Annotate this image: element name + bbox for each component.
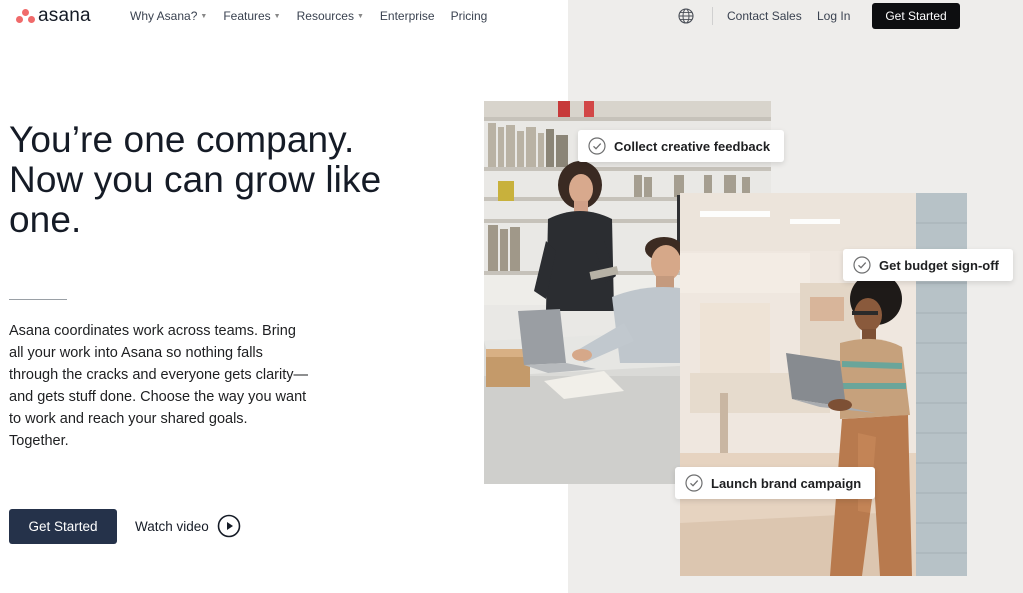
check-circle-icon	[685, 474, 703, 492]
nav-pricing-label: Pricing	[450, 9, 488, 23]
top-navigation: asana Why Asana? ▼ Features ▼ Resources ▼ E…	[0, 0, 1023, 33]
nav-enterprise[interactable]: Enterprise	[380, 9, 435, 24]
chevron-down-icon: ▼	[200, 13, 208, 20]
contact-sales-link[interactable]: Contact Sales	[727, 9, 802, 24]
check-circle-icon	[588, 137, 606, 155]
hero-description: Asana coordinates work across teams. Bri…	[9, 323, 309, 449]
chevron-down-icon: ▼	[356, 13, 364, 20]
check-circle-icon	[853, 256, 871, 274]
play-icon	[217, 514, 241, 538]
hero-get-started-button[interactable]: Get Started	[9, 509, 117, 544]
task-chip-label: Get budget sign-off	[879, 257, 999, 273]
watch-video-label: Watch video	[135, 518, 209, 534]
hero-divider	[9, 299, 67, 300]
hero-headline: You’re one company. Now you can grow lik…	[9, 119, 382, 240]
nav-why-asana[interactable]: Why Asana? ▼	[130, 9, 207, 24]
watch-video-button[interactable]: Watch video	[135, 514, 241, 538]
chevron-down-icon: ▼	[273, 13, 281, 20]
nav-features-label: Features	[223, 9, 271, 23]
primary-nav: Why Asana? ▼ Features ▼ Resources ▼ Enterpr…	[130, 9, 503, 24]
login-link[interactable]: Log In	[817, 9, 850, 24]
asana-logo[interactable]: asana	[16, 6, 91, 26]
globe-icon[interactable]	[678, 8, 694, 24]
task-chip-label: Collect creative feedback	[614, 138, 771, 154]
nav-resources[interactable]: Resources ▼	[297, 9, 364, 24]
nav-resources-label: Resources	[296, 9, 354, 23]
task-chip-budget-sign-off: Get budget sign-off	[843, 249, 1013, 281]
nav-why-asana-label: Why Asana?	[130, 9, 198, 23]
task-chip-brand-campaign: Launch brand campaign	[675, 467, 876, 499]
nav-get-started-button[interactable]: Get Started	[872, 3, 960, 29]
nav-pricing[interactable]: Pricing	[451, 9, 488, 24]
brand-name: asana	[38, 5, 91, 26]
nav-enterprise-label: Enterprise	[379, 9, 435, 23]
nav-divider	[712, 7, 713, 25]
nav-features[interactable]: Features ▼	[223, 9, 280, 24]
task-chip-label: Launch brand campaign	[711, 475, 862, 491]
asana-logo-icon	[16, 9, 35, 23]
task-chip-creative-feedback: Collect creative feedback	[578, 130, 785, 162]
